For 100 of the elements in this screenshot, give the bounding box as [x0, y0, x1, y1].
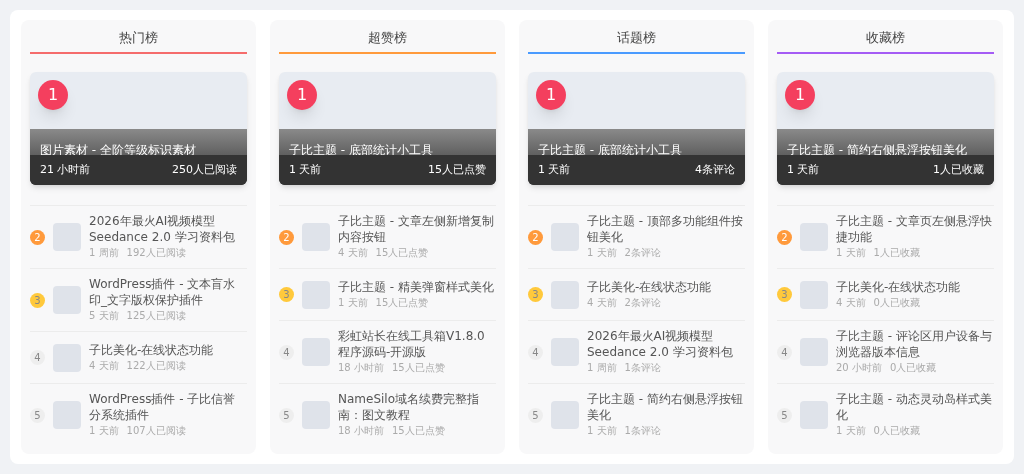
- post-title[interactable]: WordPress插件 - 子比信誉分系统插件: [89, 391, 247, 423]
- post-time: 1 周前: [587, 361, 617, 375]
- rank-badge: 3: [777, 287, 792, 302]
- rank-badge: 4: [777, 344, 792, 360]
- board-title[interactable]: 话题榜: [528, 28, 745, 54]
- post-stat: 192人已阅读: [126, 246, 186, 260]
- thumbnail: [800, 280, 828, 309]
- post-title[interactable]: 2026年最火AI视频模型Seedance 2.0 学习资料包: [587, 328, 745, 360]
- featured-time: 1 天前: [787, 161, 820, 178]
- post-title[interactable]: 子比主题 - 动态灵动岛样式美化: [836, 391, 994, 423]
- post-time: 20 小时前: [836, 361, 882, 375]
- thumbnail: [53, 401, 81, 429]
- thumbnail: [302, 280, 330, 309]
- featured-stat: 1人已收藏: [933, 161, 984, 178]
- post-time: 18 小时前: [338, 424, 384, 438]
- post-stat: 15人已点赞: [375, 246, 429, 260]
- rank-badge: 3: [528, 287, 543, 302]
- post-time: 1 天前: [587, 424, 617, 438]
- thumbnail: [551, 401, 579, 429]
- post-stat: 1条评论: [624, 424, 661, 438]
- thumbnail: [53, 223, 81, 251]
- rank-badge: 5: [777, 407, 792, 423]
- rank-badge: 1: [536, 80, 566, 110]
- board-title[interactable]: 热门榜: [30, 28, 247, 54]
- post-stat: 15人已点赞: [391, 424, 445, 438]
- thumbnail: [53, 343, 81, 372]
- post-time: 1 天前: [89, 424, 119, 438]
- rank-badge: 1: [287, 80, 317, 110]
- post-time: 18 小时前: [338, 361, 384, 375]
- rank-badge: 1: [38, 80, 68, 110]
- post-stat: 107人已阅读: [126, 424, 186, 438]
- featured-card[interactable]: 1 子比主题 - 底部统计小工具 1 天前 15人已点赞: [279, 72, 496, 185]
- rank-badge: 4: [279, 344, 294, 360]
- thumbnail: [302, 338, 330, 366]
- thumbnail: [800, 223, 828, 251]
- rank-badge: 5: [279, 407, 294, 423]
- post-title[interactable]: 彩虹站长在线工具箱V1.8.0程序源码-开源版: [338, 328, 496, 360]
- post-title[interactable]: 子比主题 - 精美弹窗样式美化: [338, 278, 494, 295]
- featured-card[interactable]: 1 图片素材 - 全阶等级标识素材 21 小时前 250人已阅读: [30, 72, 247, 185]
- post-title[interactable]: 子比美化-在线状态功能: [836, 278, 961, 295]
- thumbnail: [302, 223, 330, 251]
- board-title[interactable]: 收藏榜: [777, 28, 994, 54]
- post-time: 4 天前: [587, 295, 617, 310]
- featured-time: 1 天前: [289, 161, 322, 178]
- post-time: 1 天前: [836, 246, 866, 260]
- post-stat: 0人已收藏: [873, 295, 920, 310]
- rank-badge: 2: [528, 229, 543, 245]
- post-stat: 15人已点赞: [391, 361, 445, 375]
- thumbnail: [551, 280, 579, 309]
- featured-time: 1 天前: [538, 161, 571, 178]
- post-stat: 125人已阅读: [126, 309, 186, 323]
- featured-stat: 15人已点赞: [428, 161, 486, 178]
- post-title[interactable]: 子比主题 - 文章页左侧悬浮快捷功能: [836, 213, 994, 245]
- post-title[interactable]: WordPress插件 - 文本盲水印_文字版权保护插件: [89, 276, 247, 308]
- rank-badge: 3: [30, 292, 45, 308]
- post-title[interactable]: 子比美化-在线状态功能: [89, 341, 214, 358]
- post-time: 4 天前: [338, 246, 368, 260]
- rank-badge: 5: [528, 407, 543, 423]
- post-time: 1 周前: [89, 246, 119, 260]
- post-stat: 15人已点赞: [375, 295, 429, 310]
- featured-title: 图片素材 - 全阶等级标识素材: [40, 142, 196, 158]
- thumbnail: [800, 338, 828, 366]
- post-title[interactable]: 子比主题 - 简约右侧悬浮按钮美化: [587, 391, 745, 423]
- featured-title: 子比主题 - 底部统计小工具: [289, 142, 433, 158]
- post-title[interactable]: 子比主题 - 评论区用户设备与浏览器版本信息: [836, 328, 994, 360]
- featured-card[interactable]: 1 子比主题 - 简约右侧悬浮按钮美化 1 天前 1人已收藏: [777, 72, 994, 185]
- post-title[interactable]: NameSilo域名续费完整指南：图文教程: [338, 391, 496, 423]
- featured-time: 21 小时前: [40, 161, 91, 178]
- rank-badge: 4: [528, 344, 543, 360]
- rank-badge: 2: [777, 229, 792, 245]
- rank-badge: 2: [30, 229, 45, 245]
- rank-badge: 5: [30, 407, 45, 423]
- post-stat: 2条评论: [624, 246, 661, 260]
- featured-card[interactable]: 1 子比主题 - 底部统计小工具 1 天前 4条评论: [528, 72, 745, 185]
- post-time: 1 天前: [338, 295, 368, 310]
- post-title[interactable]: 2026年最火AI视频模型Seedance 2.0 学习资料包: [89, 213, 247, 245]
- board-title[interactable]: 超赞榜: [279, 28, 496, 54]
- thumbnail: [551, 223, 579, 251]
- thumbnail: [302, 401, 330, 429]
- post-time: 4 天前: [89, 358, 119, 373]
- post-stat: 0人已收藏: [889, 361, 937, 375]
- post-time: 1 天前: [587, 246, 617, 260]
- rank-badge: 4: [30, 350, 45, 365]
- post-title[interactable]: 子比主题 - 文章左侧新增复制内容按钮: [338, 213, 496, 245]
- rank-badge: 2: [279, 229, 294, 245]
- thumbnail: [551, 338, 579, 366]
- rank-badge: 3: [279, 287, 294, 302]
- post-stat: 1人已收藏: [873, 246, 920, 260]
- rank-badge: 1: [785, 80, 815, 110]
- post-stat: 2条评论: [624, 295, 661, 310]
- post-time: 4 天前: [836, 295, 866, 310]
- featured-title: 子比主题 - 底部统计小工具: [538, 142, 682, 158]
- featured-stat: 250人已阅读: [172, 161, 237, 178]
- post-time: 5 天前: [89, 309, 119, 323]
- post-stat: 122人已阅读: [126, 358, 186, 373]
- post-time: 1 天前: [836, 424, 866, 438]
- post-title[interactable]: 子比主题 - 顶部多功能组件按钮美化: [587, 213, 745, 245]
- featured-title: 子比主题 - 简约右侧悬浮按钮美化: [787, 142, 967, 158]
- featured-stat: 4条评论: [695, 161, 735, 178]
- post-title[interactable]: 子比美化-在线状态功能: [587, 278, 712, 295]
